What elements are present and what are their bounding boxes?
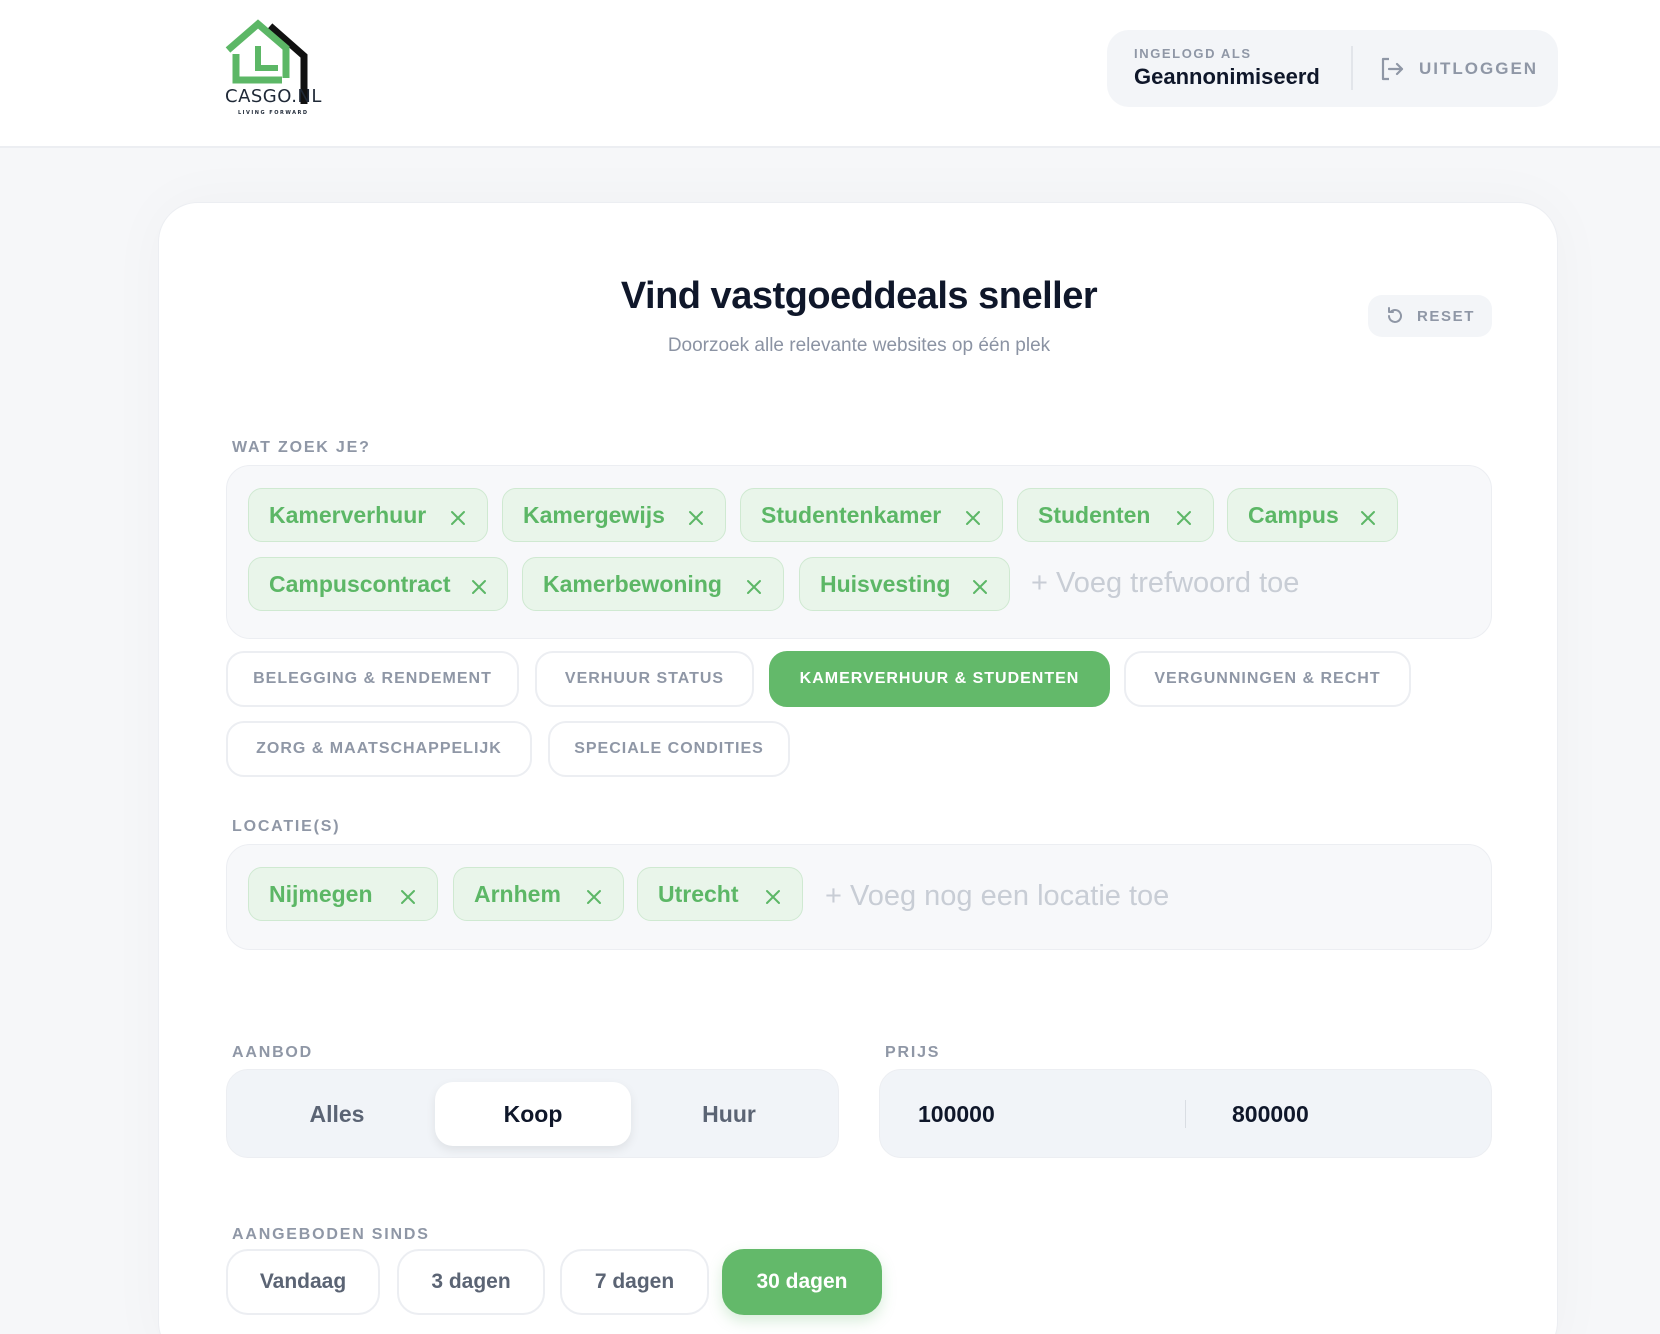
remove-icon[interactable] xyxy=(964,506,982,525)
page-title: Vind vastgoeddeals sneller xyxy=(620,275,1098,317)
price-divider xyxy=(1185,1100,1186,1128)
price-min-input[interactable] xyxy=(918,1092,1158,1136)
remove-icon[interactable] xyxy=(971,575,989,594)
offer-option[interactable]: Alles xyxy=(239,1082,435,1146)
user-name: Geannonimiseerd xyxy=(1134,64,1320,89)
since-option[interactable]: 7 dagen xyxy=(560,1249,709,1315)
category-filter-button[interactable]: BELEGGING & RENDEMENT xyxy=(226,651,519,707)
since-option[interactable]: 30 dagen xyxy=(722,1249,882,1315)
category-filter-button[interactable]: ZORG & MAATSCHAPPELIJK xyxy=(226,721,532,777)
user-panel: INGELOGD ALS Geannonimiseerd UITLOGGEN xyxy=(1107,30,1558,107)
keyword-chip[interactable]: Campus xyxy=(1227,488,1398,542)
chip-label: Studenten xyxy=(1038,501,1151,528)
keyword-chip[interactable]: Studenten xyxy=(1017,488,1214,542)
category-filter-button[interactable]: VERHUUR STATUS xyxy=(535,651,754,707)
brand-name: CASGO.NL xyxy=(225,86,322,107)
remove-icon[interactable] xyxy=(449,506,467,525)
chip-label: Huisvesting xyxy=(820,570,951,597)
logged-in-label: INGELOGD ALS xyxy=(1134,46,1252,61)
price-max-input[interactable] xyxy=(1232,1092,1472,1136)
chip-label: Campuscontract xyxy=(269,570,451,597)
divider xyxy=(1351,46,1353,90)
brand-tagline: LIVING FORWARD xyxy=(238,110,309,116)
offer-segmented: Alles Koop Huur xyxy=(226,1069,839,1158)
chip-label: Arnhem xyxy=(474,880,561,907)
keyword-chip[interactable]: Huisvesting xyxy=(799,557,1010,611)
remove-icon[interactable] xyxy=(1175,506,1193,525)
location-chip[interactable]: Arnhem xyxy=(453,867,624,921)
since-option[interactable]: Vandaag xyxy=(226,1249,380,1315)
chip-label: Campus xyxy=(1248,501,1339,528)
category-filter-button[interactable]: SPECIALE CONDITIES xyxy=(548,721,790,777)
since-label: AANGEBODEN SINDS xyxy=(232,1226,430,1243)
logout-icon xyxy=(1381,57,1404,81)
keyword-chip[interactable]: Kamerbewoning xyxy=(522,557,784,611)
location-input[interactable]: + Voeg nog een locatie toe xyxy=(825,880,1169,913)
offer-option[interactable]: Koop xyxy=(435,1082,631,1146)
keyword-input[interactable]: + Voeg trefwoord toe xyxy=(1031,567,1299,600)
reset-label: RESET xyxy=(1416,307,1475,325)
category-filter-button[interactable]: VERGUNNINGEN & RECHT xyxy=(1124,651,1411,707)
price-range xyxy=(879,1069,1492,1158)
logout-button[interactable]: UITLOGGEN xyxy=(1379,52,1538,86)
keyword-chip[interactable]: Campuscontract xyxy=(248,557,508,611)
price-label: PRIJS xyxy=(885,1044,941,1061)
location-chip[interactable]: Utrecht xyxy=(637,867,803,921)
locations-label: LOCATIE(S) xyxy=(232,818,341,835)
keyword-chip[interactable]: Studentenkamer xyxy=(740,488,1003,542)
remove-icon[interactable] xyxy=(585,885,603,904)
offer-label: AANBOD xyxy=(232,1044,314,1061)
location-chip[interactable]: Nijmegen xyxy=(248,867,438,921)
remove-icon[interactable] xyxy=(1359,506,1377,525)
remove-icon[interactable] xyxy=(687,506,705,525)
remove-icon[interactable] xyxy=(399,885,417,904)
chip-label: Kamerbewoning xyxy=(543,570,722,597)
top-bar: CASGO.NL LIVING FORWARD INGELOGD ALS Gea… xyxy=(0,0,1660,148)
remove-icon[interactable] xyxy=(470,575,488,594)
keyword-chip[interactable]: Kamergewijs xyxy=(502,488,726,542)
category-filter-button[interactable]: KAMERVERHUUR & STUDENTEN xyxy=(769,651,1110,707)
chip-label: Kamergewijs xyxy=(523,501,665,528)
chip-label: Utrecht xyxy=(658,880,739,907)
chip-label: Kamerverhuur xyxy=(269,501,427,528)
page-subtitle: Doorzoek alle relevante websites op één … xyxy=(667,335,1051,356)
reset-button[interactable]: RESET xyxy=(1368,295,1492,337)
keywords-label: WAT ZOEK JE? xyxy=(232,439,371,456)
chip-label: Nijmegen xyxy=(269,880,373,907)
reset-icon xyxy=(1387,307,1402,323)
since-option[interactable]: 3 dagen xyxy=(397,1249,545,1315)
chip-label: Studentenkamer xyxy=(761,501,942,528)
remove-icon[interactable] xyxy=(745,575,763,594)
search-card: Vind vastgoeddeals sneller Doorzoek alle… xyxy=(158,202,1558,1334)
remove-icon[interactable] xyxy=(764,885,782,904)
logout-label: UITLOGGEN xyxy=(1419,59,1539,78)
offer-option[interactable]: Huur xyxy=(631,1082,827,1146)
keyword-chip[interactable]: Kamerverhuur xyxy=(248,488,488,542)
